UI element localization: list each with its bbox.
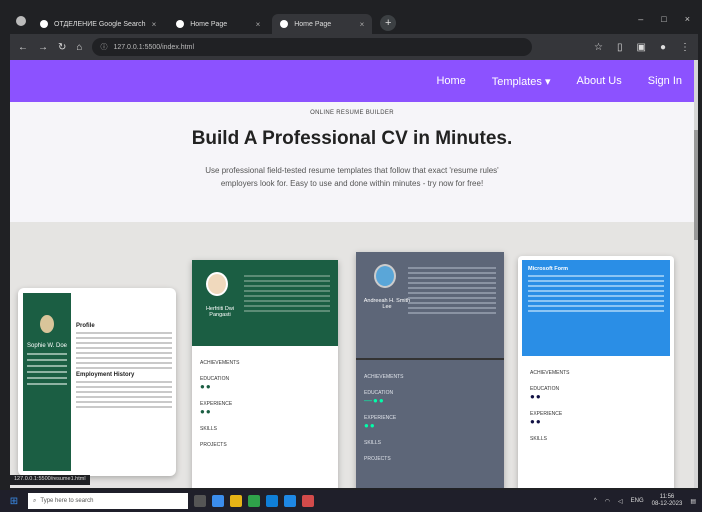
template-body: ACHIEVEMENTS EDUCATION —●● EXPERIENCE ●●… (356, 360, 504, 466)
nav-templates[interactable]: Templates ▾ (492, 75, 551, 88)
template-name: Andreeah H. Smith Lee (363, 298, 411, 310)
close-window-button[interactable]: × (685, 14, 690, 24)
google-favicon-icon (40, 20, 48, 28)
template-body: ACHIEVEMENTS EDUCATION ●● EXPERIENCE ●● … (192, 346, 338, 452)
tab-google-search[interactable]: ОТДЕЛЕНИЕ Google Search × (32, 14, 164, 34)
scrollbar-thumb[interactable] (694, 130, 698, 240)
reload-icon[interactable]: ↻ (58, 42, 66, 53)
forward-icon[interactable]: → (38, 42, 48, 53)
page-scrollbar[interactable] (694, 60, 698, 488)
edge-icon[interactable] (266, 495, 278, 507)
language-indicator[interactable]: ENG (631, 498, 644, 504)
page-viewport: Home Templates ▾ About Us Sign In ONLINE… (10, 60, 694, 488)
hero-section: ONLINE RESUME BUILDER Build A Profession… (10, 102, 694, 222)
section-heading: ACHIEVEMENTS (364, 374, 404, 380)
taskbar-search[interactable]: ⌕ Type here to search (28, 493, 188, 509)
section-heading: SKILLS (364, 440, 381, 446)
volume-icon[interactable]: ◁ (618, 498, 623, 505)
template-card-2[interactable]: Herfriiti Dwi Pangasti ACHIEVEMENTS EDUC… (192, 260, 338, 488)
profile-icon[interactable]: ● (660, 42, 666, 53)
sidebar-icon[interactable]: ▣ (637, 42, 646, 53)
browser-toolbar: ← → ↻ ⌂ ⓘ 127.0.0.1:5500/index.html ☆ ▯ … (10, 34, 698, 60)
windows-taskbar: ⊞ ⌕ Type here to search ^ ◠ ◁ ENG 11:56 … (0, 490, 702, 512)
close-icon[interactable]: × (256, 20, 261, 29)
home-icon[interactable]: ⌂ (76, 42, 82, 53)
notifications-icon[interactable]: ▤ (690, 498, 696, 505)
hero-eyebrow: ONLINE RESUME BUILDER (310, 110, 394, 116)
folder-icon[interactable] (230, 495, 242, 507)
hero-subtitle: Use professional field-tested resume tem… (205, 166, 499, 188)
app-icon[interactable] (302, 495, 314, 507)
windows-start-icon[interactable]: ⊞ (6, 496, 22, 507)
search-placeholder: Type here to search (40, 498, 94, 504)
tab-label: Home Page (294, 20, 332, 28)
section-heading: SKILLS (200, 426, 217, 432)
vscode-icon[interactable] (284, 495, 296, 507)
network-icon[interactable]: ◠ (605, 498, 610, 505)
link-status-tooltip: 127.0.0.1:5500/resume1.html (10, 475, 90, 485)
browser-window: ОТДЕЛЕНИЕ Google Search × Home Page × Ho… (10, 8, 698, 488)
nav-sign-in[interactable]: Sign In (648, 75, 682, 87)
hero-title: Build A Professional CV in Minutes. (191, 128, 513, 149)
back-icon[interactable]: ← (18, 42, 28, 53)
template-sidebar: Sophie W. Doe (23, 293, 71, 471)
extensions-icon[interactable]: ▯ (617, 42, 623, 53)
bookmark-star-icon[interactable]: ☆ (594, 42, 603, 53)
window-menu-icon[interactable] (16, 16, 26, 26)
chevron-up-icon[interactable]: ^ (594, 498, 597, 504)
section-heading: PROJECTS (364, 456, 391, 462)
avatar (40, 315, 54, 333)
avatar (374, 264, 396, 288)
section-heading: Profile (76, 323, 95, 329)
address-bar[interactable]: ⓘ 127.0.0.1:5500/index.html (92, 38, 533, 56)
template-header: Andreeah H. Smith Lee (356, 252, 504, 360)
new-tab-button[interactable]: + (380, 15, 397, 31)
clock-time: 11:56 (659, 494, 675, 500)
template-header: Microsoft Form (522, 260, 670, 356)
tab-label: Home Page (190, 20, 228, 28)
tab-home-page-active[interactable]: Home Page × (272, 14, 373, 34)
close-icon[interactable]: × (152, 20, 157, 29)
task-view-icon[interactable] (194, 495, 206, 507)
toolbar-actions: ☆ ▯ ▣ ● ⋮ (594, 42, 690, 53)
system-tray: ^ ◠ ◁ ENG 11:56 08-12-2023 ▤ (594, 494, 696, 508)
tab-home-page[interactable]: Home Page × (168, 14, 268, 34)
template-card-3[interactable]: Andreeah H. Smith Lee ACHIEVEMENTS EDUCA… (356, 252, 504, 488)
minimize-button[interactable]: – (638, 14, 643, 24)
tab-strip: ОТДЕЛЕНИЕ Google Search × Home Page × Ho… (10, 8, 698, 34)
template-name: Herfriiti Dwi Pangasti (205, 306, 235, 318)
site-navbar: Home Templates ▾ About Us Sign In (10, 60, 694, 102)
avatar (206, 272, 228, 296)
template-body: Profile Employment History (76, 320, 172, 411)
template-body: ACHIEVEMENTS EDUCATION ●● EXPERIENCE ●● … (522, 356, 670, 446)
nav-home[interactable]: Home (436, 75, 465, 87)
template-name: Sophie W. Doe (26, 343, 68, 349)
template-card-1[interactable]: Sophie W. Doe Profile Employment History (18, 288, 176, 476)
clock-date: 08-12-2023 (651, 501, 683, 507)
section-heading: PROJECTS (200, 442, 227, 448)
globe-favicon-icon (176, 20, 185, 28)
url-text: 127.0.0.1:5500/index.html (113, 43, 194, 51)
menu-kebab-icon[interactable]: ⋮ (680, 42, 690, 53)
section-heading: ACHIEVEMENTS (200, 360, 240, 366)
info-icon[interactable]: ⓘ (100, 42, 107, 52)
window-controls: – □ × (638, 14, 690, 24)
tab-label: ОТДЕЛЕНИЕ Google Search (54, 20, 146, 28)
clock[interactable]: 11:56 08-12-2023 (652, 494, 683, 508)
templates-gallery: Sophie W. Doe Profile Employment History (10, 222, 694, 488)
close-icon[interactable]: × (360, 20, 365, 29)
section-heading: Employment History (76, 372, 135, 378)
globe-favicon-icon (280, 20, 289, 28)
template-header: Herfriiti Dwi Pangasti (192, 260, 338, 346)
section-heading: ACHIEVEMENTS (530, 370, 570, 376)
chrome-icon[interactable] (248, 495, 260, 507)
nav-about-us[interactable]: About Us (577, 75, 622, 87)
template-name: Microsoft Form (528, 266, 569, 272)
template-card-4[interactable]: Microsoft Form ACHIEVEMENTS EDUCATION ●●… (518, 256, 674, 488)
file-explorer-icon[interactable] (212, 495, 224, 507)
maximize-button[interactable]: □ (661, 14, 666, 24)
search-icon: ⌕ (33, 497, 37, 504)
section-heading: SKILLS (530, 436, 547, 442)
